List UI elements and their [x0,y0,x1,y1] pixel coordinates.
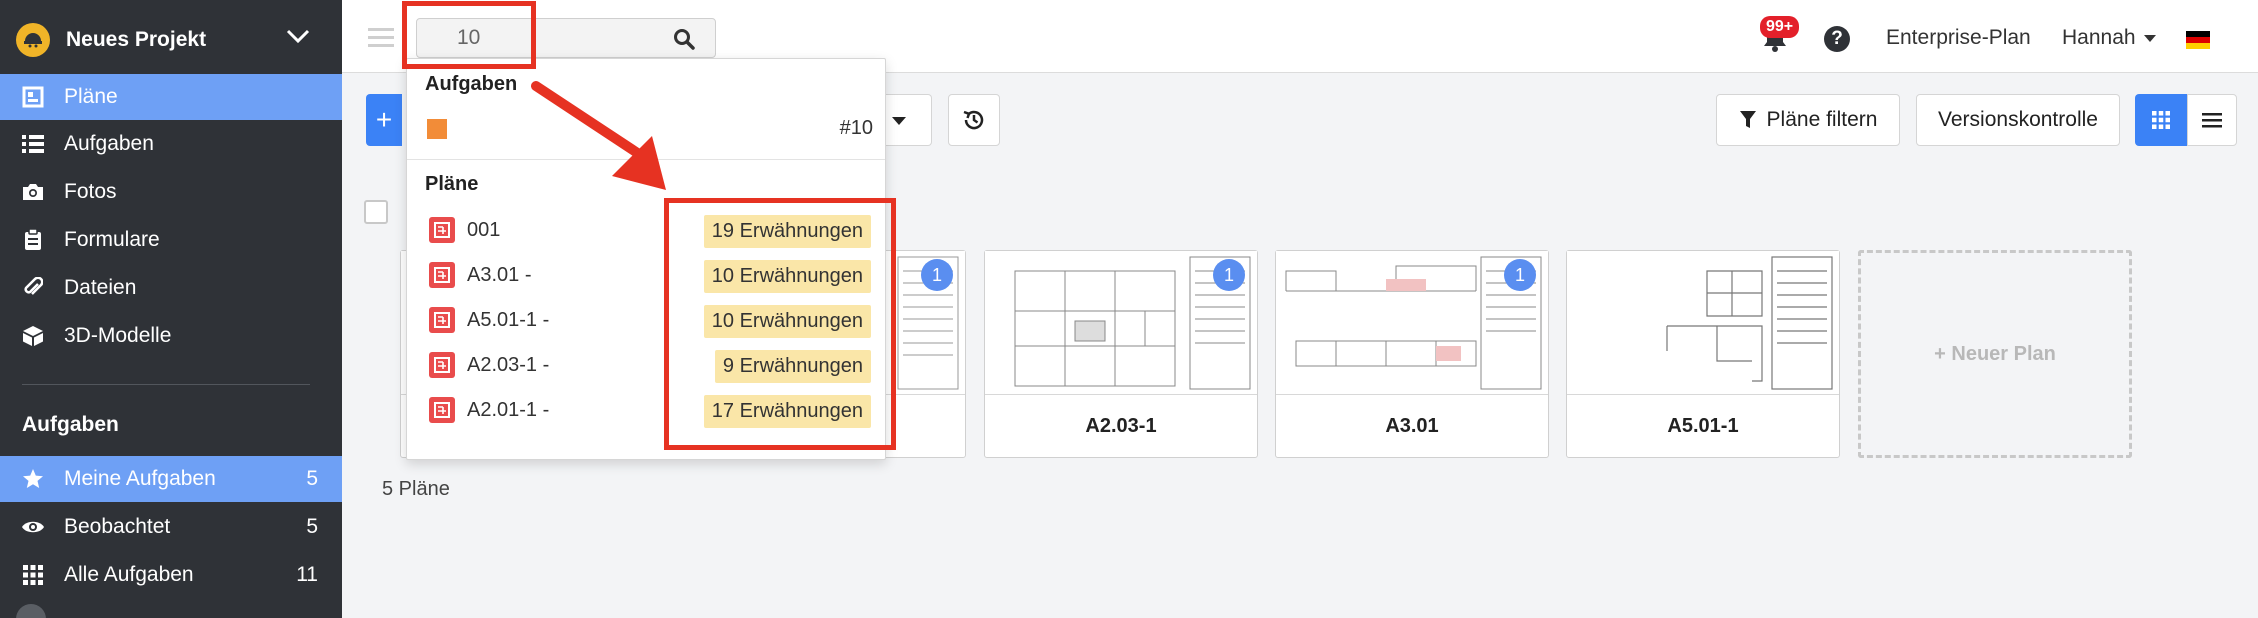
project-logo-icon [16,23,50,57]
sidebar-item-alle-aufgaben[interactable]: Alle Aufgaben 11 [0,552,342,598]
plan-icon [429,397,455,423]
search-icon[interactable] [673,28,695,50]
project-name: Neues Projekt [66,28,207,51]
plan-icon [429,307,455,333]
plan-badge: 1 [921,259,953,291]
grid-view-button[interactable] [2135,94,2187,146]
sidebar: Neues Projekt Pläne Aufgaben Fotos Formu… [0,0,342,618]
sidebar-item-label: Meine Aufgaben [64,467,216,490]
sidebar-item-label: Pläne [64,85,118,108]
hamburger-icon[interactable] [368,28,394,52]
plan-icon [429,262,455,288]
list-icon [20,131,46,157]
plan-card-name: A3.01 [1385,415,1439,437]
select-all-checkbox[interactable] [364,200,388,224]
plan-card-name: A5.01-1 [1667,415,1739,437]
plan-result-name: A2.03-1 - [467,354,550,376]
version-control-label: Versionskontrolle [1938,108,2098,131]
help-icon[interactable]: ? [1824,26,1850,52]
add-plan-button[interactable]: + [366,94,402,146]
plan-result-name: A2.01-1 - [467,399,550,421]
caret-down-icon [892,117,906,125]
sidebar-item-plaene[interactable]: Pläne [0,74,342,120]
grid-dots-icon [20,562,46,588]
sidebar-item-label: Alle Aufgaben [64,563,194,586]
annotation-highlight-mentions [664,198,896,450]
history-button[interactable] [948,94,1000,146]
list-view-icon [2202,113,2222,128]
plan-result-name: A3.01 - [467,264,532,286]
project-switcher[interactable]: Neues Projekt [0,0,342,80]
enterprise-plan-link[interactable]: Enterprise-Plan [1886,26,2031,50]
version-control-button[interactable]: Versionskontrolle [1916,94,2120,146]
avatar [16,604,46,618]
plans-icon [20,84,46,110]
sidebar-item-label: Beobachtet [64,515,171,538]
sidebar-item-meine-aufgaben[interactable]: Meine Aufgaben 5 [0,456,342,502]
annotation-arrow-icon [531,81,666,190]
filter-plans-button[interactable]: Pläne filtern [1716,94,1900,146]
sidebar-divider [22,384,310,385]
caret-down-icon [2143,34,2156,42]
plan-badge: 1 [1213,259,1245,291]
task-status-icon[interactable] [427,119,447,139]
sidebar-item-count: 5 [306,515,318,538]
chevron-down-icon [286,29,310,44]
filter-plans-label: Pläne filtern [1766,108,1878,131]
task-number[interactable]: #10 [840,117,873,140]
sidebar-item-beobachtet[interactable]: Beobachtet 5 [0,504,342,550]
new-plan-button[interactable]: + Neuer Plan [1858,250,2132,458]
plan-count: 5 Pläne [382,478,450,500]
plan-card-name: A2.03-1 [1085,415,1157,437]
plan-icon [429,352,455,378]
tasks-section-header: Aufgaben [425,73,518,95]
sidebar-item-label: 3D-Modelle [64,324,172,347]
sidebar-item-label: Fotos [64,180,117,203]
plan-card[interactable]: 1 A2.03-1 [984,250,1258,458]
plans-section-header: Pläne [425,173,479,195]
plan-icon [429,217,455,243]
grid-view-icon [2152,111,2170,129]
camera-icon [20,179,46,205]
sidebar-item-fotos[interactable]: Fotos [0,169,342,215]
history-icon [963,110,984,130]
plan-card[interactable]: 1 A3.01 [1275,250,1549,458]
user-name: Hannah [2062,26,2136,49]
clipboard-icon [20,227,46,253]
sidebar-item-label: Formulare [64,228,160,251]
sidebar-item-formulare[interactable]: Formulare [0,217,342,263]
star-icon [20,466,46,492]
sidebar-item-label: Dateien [64,276,137,299]
sidebar-item-count: 5 [306,467,318,490]
user-menu[interactable]: Hannah [2062,26,2156,50]
plan-result-name: A5.01-1 - [467,309,550,331]
eye-icon [20,514,46,540]
sidebar-item-count: 11 [296,563,318,586]
filter-icon [1739,111,1756,128]
sidebar-section-title: Aufgaben [22,413,119,436]
sidebar-item-3d-modelle[interactable]: 3D-Modelle [0,313,342,359]
notification-badge: 99+ [1760,16,1800,38]
sidebar-item-aufgaben[interactable]: Aufgaben [0,121,342,167]
list-view-button[interactable] [2187,94,2237,146]
plan-thumbnail [1567,251,1839,395]
plan-result-name: 001 [467,219,501,241]
plan-badge: 1 [1504,259,1536,291]
plan-card[interactable]: A5.01-1 [1566,250,1840,458]
sidebar-item-label: Aufgaben [64,132,154,155]
cube-icon [20,323,46,349]
annotation-highlight-search [402,1,536,69]
german-flag-icon[interactable] [2186,31,2210,49]
sidebar-item-dateien[interactable]: Dateien [0,265,342,311]
paperclip-icon [20,275,46,301]
